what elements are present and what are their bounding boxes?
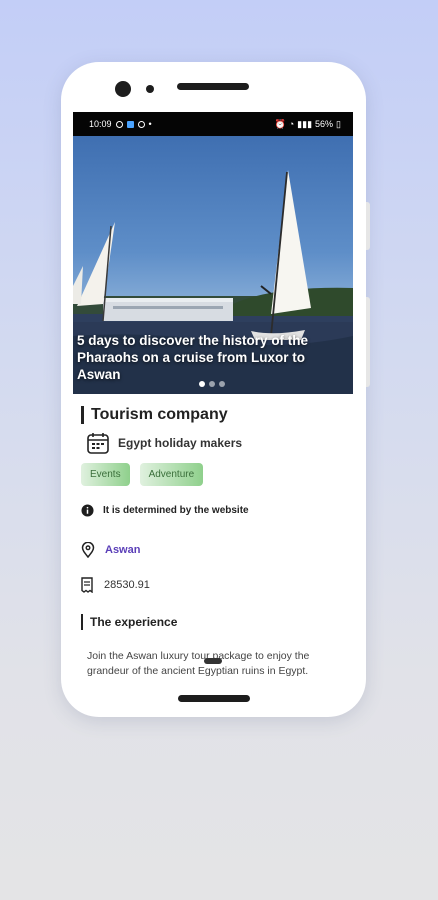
company-header: Tourism company (81, 406, 345, 424)
app-screen: 10:09 • ⏰ ◔ ▮▮▮ 56% ▯ 5 days to discover… (73, 112, 353, 678)
app-notification-icon (126, 120, 134, 128)
battery-icon: ▯ (336, 118, 341, 129)
tag-chip-adventure[interactable]: Adventure (139, 463, 204, 486)
carousel-dot[interactable] (209, 381, 215, 387)
carousel-dot[interactable] (219, 381, 225, 387)
receipt-icon (81, 577, 93, 593)
tag-list: Events Adventure (81, 463, 345, 486)
phone-frame: 10:09 • ⏰ ◔ ▮▮▮ 56% ▯ 5 days to discover… (61, 62, 370, 717)
listing-details: Tourism company Egypt holiday makers Eve… (73, 406, 353, 678)
battery-percent: 56% (315, 119, 334, 129)
bottom-sheet-handle[interactable] (204, 658, 222, 664)
carousel-indicator (199, 381, 225, 387)
info-icon (81, 504, 94, 517)
experience-title: The experience (90, 615, 178, 629)
calendar-icon (87, 433, 109, 454)
notification-icon (137, 120, 145, 128)
price-row: 28530.91 (81, 577, 345, 593)
organizer-row[interactable]: Egypt holiday makers (81, 431, 345, 455)
sensor (146, 85, 154, 93)
experience-header: The experience (81, 614, 345, 630)
company-name: Tourism company (91, 406, 228, 423)
home-indicator (178, 695, 250, 702)
organizer-name: Egypt holiday makers (118, 436, 243, 450)
tag-chip-events[interactable]: Events (81, 463, 130, 486)
front-camera (115, 81, 131, 97)
wifi-icon: ◔ (288, 119, 295, 129)
section-accent-bar (81, 406, 84, 424)
hero-carousel[interactable]: 5 days to discover the history of the Ph… (73, 136, 353, 394)
signal-icon: ▮▮▮ (297, 118, 313, 129)
carousel-dot[interactable] (199, 381, 205, 387)
whatsapp-icon (115, 120, 123, 128)
availability-text: It is determined by the website (103, 505, 249, 516)
dot-icon: • (148, 119, 152, 129)
status-time: 10:09 (89, 119, 112, 129)
earpiece-speaker (177, 83, 249, 90)
location-row[interactable]: Aswan (81, 542, 345, 558)
section-accent-bar (81, 614, 83, 630)
location-pin-icon (81, 542, 95, 558)
volume-button (366, 202, 370, 250)
status-bar: 10:09 • ⏰ ◔ ▮▮▮ 56% ▯ (73, 112, 353, 136)
availability-row: It is determined by the website (81, 504, 345, 517)
hero-title: 5 days to discover the history of the Ph… (77, 333, 309, 382)
price-value: 28530.91 (104, 579, 150, 591)
location-link[interactable]: Aswan (105, 544, 140, 556)
power-button (366, 297, 370, 387)
alarm-icon: ⏰ (274, 118, 286, 129)
